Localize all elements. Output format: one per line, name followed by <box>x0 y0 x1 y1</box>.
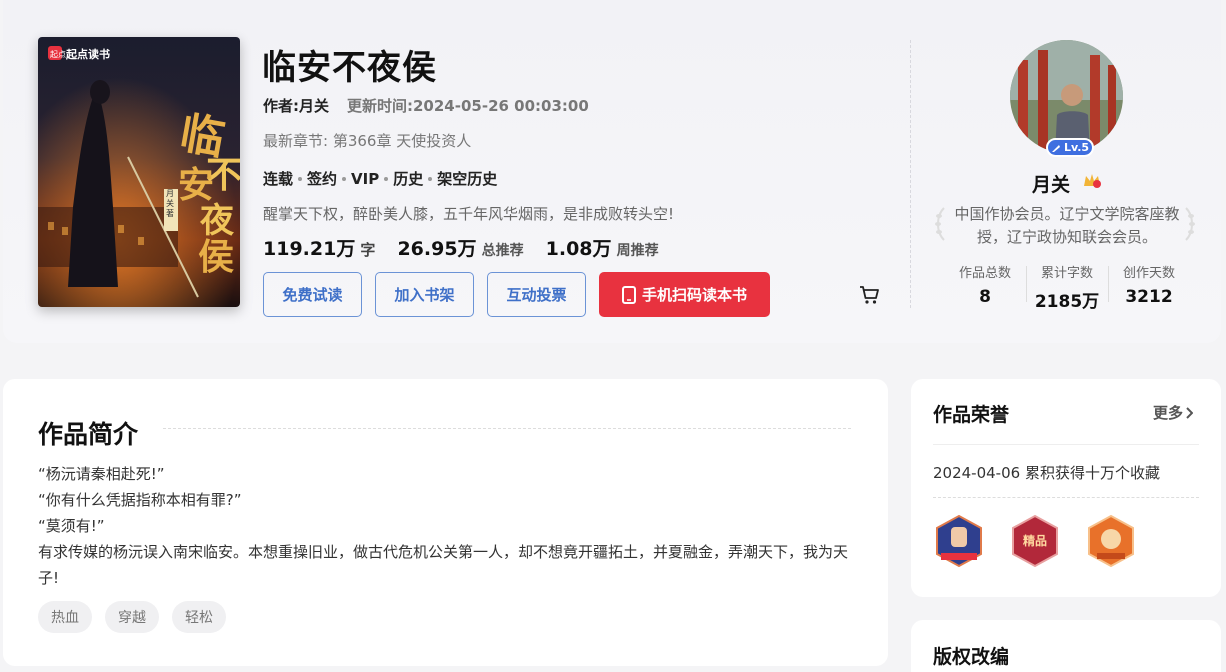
chevron-right-icon <box>1186 406 1194 419</box>
intro-line: “杨沅请秦相赴死!” <box>38 465 165 483</box>
svg-text:起点: 起点 <box>50 50 66 59</box>
author-writing-days: 创作天数 3212 <box>1108 262 1190 312</box>
quill-icon <box>1051 144 1060 152</box>
genre-tags: 热血 穿越 轻松 <box>38 601 226 633</box>
vote-button[interactable]: 互动投票 <box>487 272 586 317</box>
cover-author: 月关著 <box>166 189 174 218</box>
book-tagline: 醒掌天下权，醉卧美人膝，五千年风华烟雨，是非成败转头空! <box>263 205 675 223</box>
svg-text:侯: 侯 <box>198 236 234 278</box>
laurel-right-icon <box>1184 206 1196 246</box>
author-stats: 作品总数 8 累计字数 2185万 创作天数 3212 <box>944 262 1190 312</box>
dot-separator <box>298 176 303 181</box>
svg-text:精品: 精品 <box>1023 533 1047 548</box>
section-title-intro: 作品简介 <box>38 420 139 449</box>
author-total-words: 累计字数 2185万 <box>1026 262 1108 312</box>
genre-tag[interactable]: 热血 <box>38 601 92 633</box>
intro-line: 有求传媒的杨沅误入南宋临安。本想重操旧业，做古代危机公关第一人，却不想竟开疆拓土… <box>38 543 849 587</box>
author-level-badge: Lv.5 <box>1046 138 1094 157</box>
weekly-recommend-stat: 1.08万 周推荐 <box>545 238 659 260</box>
vertical-divider <box>910 40 911 308</box>
update-time: 更新时间:2024-05-26 00:03:00 <box>347 97 589 115</box>
intro-line: “莫须有!” <box>38 517 105 535</box>
author-description: 中国作协会员。辽宁文学院客座教授，辽宁政协知联会会员。 <box>954 205 1180 246</box>
total-recommend-stat: 26.95万 总推荐 <box>397 238 524 260</box>
tag-category[interactable]: 历史 <box>393 168 423 189</box>
fist-badge-icon[interactable] <box>933 513 985 569</box>
collection-badge-icon[interactable] <box>1085 513 1137 569</box>
svg-text:夜: 夜 <box>199 201 235 241</box>
author-name[interactable]: 月关 <box>1032 170 1070 197</box>
free-read-button[interactable]: 免费试读 <box>263 272 362 317</box>
book-title: 临安不夜侯 <box>262 48 437 88</box>
genre-tag[interactable]: 穿越 <box>105 601 159 633</box>
dot-separator <box>342 176 347 181</box>
title-divider <box>163 428 851 429</box>
add-to-shelf-button[interactable]: 加入书架 <box>375 272 474 317</box>
book-stats: 119.21万 字 26.95万 总推荐 1.08万 周推荐 <box>263 234 659 261</box>
crown-icon <box>1082 172 1102 194</box>
dot-separator <box>428 176 433 181</box>
laurel-left-icon <box>934 206 946 246</box>
quality-badge-icon[interactable]: 精品 <box>1009 513 1061 569</box>
honors-more-link[interactable]: 更多 <box>1153 402 1194 423</box>
tag-vip: VIP <box>351 169 380 188</box>
genre-tag[interactable]: 轻松 <box>172 601 226 633</box>
tag-signed: 签约 <box>307 170 338 188</box>
intro-text: “杨沅请秦相赴死!” “你有什么凭据指称本相有罪?” “莫须有!” 有求传媒的杨… <box>38 461 848 591</box>
author-avatar[interactable] <box>1010 40 1123 153</box>
honors-dash-divider <box>933 497 1199 498</box>
book-tags: 连载 签约 VIP 历史 架空历史 <box>263 168 497 189</box>
intro-line: “你有什么凭据指称本相有罪?” <box>38 491 242 509</box>
tag-subcategory[interactable]: 架空历史 <box>437 168 497 189</box>
svg-text:安: 安 <box>178 164 214 206</box>
copyright-card: 版权改编 <box>911 620 1221 672</box>
scan-read-label: 手机扫码读本书 <box>641 286 747 304</box>
honors-title: 作品荣誉 <box>933 404 1010 426</box>
honors-card: 作品荣誉 更多 2024-04-06 累积获得十万个收藏 精品 <box>911 379 1221 597</box>
tag-status: 连载 <box>263 170 294 188</box>
honors-divider <box>933 444 1199 445</box>
word-count-stat: 119.21万 字 <box>263 238 376 260</box>
dot-separator <box>384 176 389 181</box>
honor-badges: 精品 <box>933 513 1137 569</box>
author-works-count[interactable]: 作品总数 8 <box>944 262 1026 312</box>
author-update-line: 作者:月关 更新时间:2024-05-26 00:03:00 <box>263 95 589 116</box>
book-cover[interactable]: 临 不 安 夜 侯 起点 起点读书 月关著 <box>38 37 240 307</box>
phone-icon <box>621 285 636 304</box>
honor-item: 2024-04-06 累积获得十万个收藏 <box>933 464 1160 482</box>
copyright-title: 版权改编 <box>933 646 1010 668</box>
scan-read-button[interactable]: 手机扫码读本书 <box>599 272 770 317</box>
author-link[interactable]: 作者:月关 <box>263 95 329 116</box>
action-buttons: 免费试读 加入书架 互动投票 手机扫码读本书 <box>263 272 770 317</box>
latest-chapter-link[interactable]: 最新章节: 第366章 天使投资人 <box>263 130 471 151</box>
cover-brand: 起点读书 <box>66 48 110 61</box>
cart-icon[interactable] <box>858 284 880 310</box>
intro-card: 作品简介 “杨沅请秦相赴死!” “你有什么凭据指称本相有罪?” “莫须有!” 有… <box>3 379 888 666</box>
